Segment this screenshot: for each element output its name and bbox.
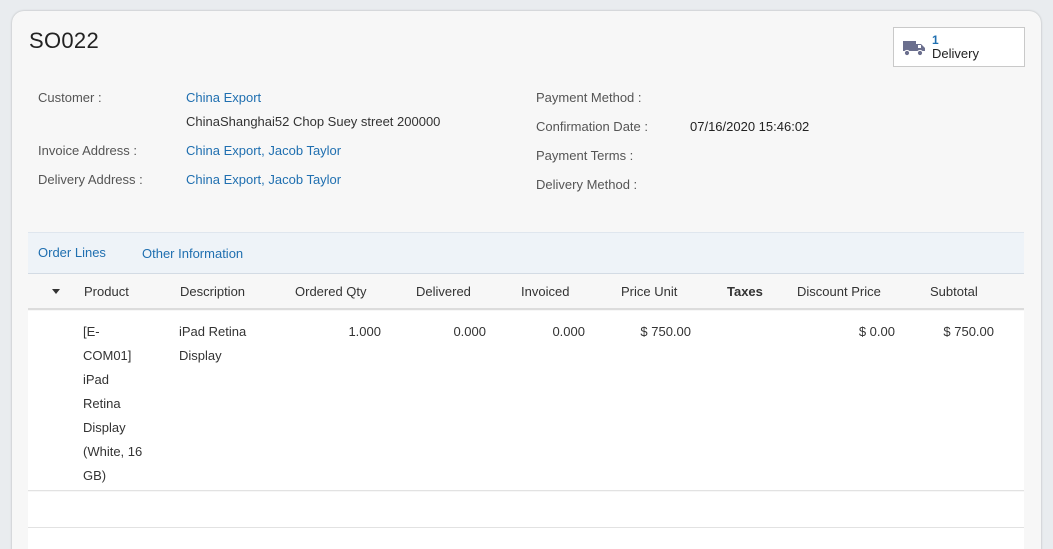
sort-caret-icon[interactable] (52, 289, 60, 294)
customer-label: Customer : (38, 90, 102, 105)
col-subtotal[interactable]: Subtotal (930, 284, 978, 299)
page-title: SO022 (29, 28, 99, 53)
cell-ordered-qty: 1.000 (348, 324, 381, 339)
invoice-address-link[interactable]: China Export, Jacob Taylor (186, 143, 341, 158)
delivery-count: 1 (932, 33, 939, 47)
delivery-address-link[interactable]: China Export, Jacob Taylor (186, 172, 341, 187)
invoice-address-label: Invoice Address : (38, 143, 137, 158)
customer-address: ChinaShanghai52 Chop Suey street 200000 (186, 114, 441, 129)
customer-link[interactable]: China Export (186, 90, 261, 105)
description-line: Display (179, 348, 222, 363)
col-ordered-qty[interactable]: Ordered Qty (295, 284, 367, 299)
truck-icon (903, 41, 925, 57)
cell-price-unit: $ 750.00 (640, 324, 691, 339)
delivery-address-label: Delivery Address : (38, 172, 143, 187)
order-lines-header: Product Description Ordered Qty Delivere… (28, 274, 1024, 310)
col-delivered[interactable]: Delivered (416, 284, 471, 299)
cell-product: [E- COM01] iPad Retina Display (White, 1… (83, 320, 163, 488)
product-line: Retina (83, 396, 121, 411)
col-description[interactable]: Description (180, 284, 245, 299)
product-line: iPad (83, 372, 110, 387)
delivery-label: Delivery (932, 46, 979, 61)
empty-table-row (28, 492, 1024, 528)
payment-method-label: Payment Method : (536, 90, 642, 105)
table-row[interactable]: [E- COM01] iPad Retina Display (White, 1… (28, 311, 1024, 491)
confirmation-date-value: 07/16/2020 15:46:02 (690, 119, 810, 134)
cell-subtotal: $ 750.00 (943, 324, 994, 339)
cell-description: iPad Retina Display (179, 320, 279, 368)
description-line: iPad Retina (179, 324, 247, 339)
tab-other-information[interactable]: Other Information (142, 246, 243, 261)
product-line: (White, 16 (83, 444, 143, 459)
col-price-unit[interactable]: Price Unit (621, 284, 677, 299)
col-product[interactable]: Product (84, 284, 129, 299)
product-line: GB) (83, 468, 107, 483)
product-line: COM01] (83, 348, 132, 363)
product-line: [E- (83, 324, 100, 339)
cell-invoiced: 0.000 (552, 324, 585, 339)
cell-discount-price: $ 0.00 (858, 324, 895, 339)
col-discount-price[interactable]: Discount Price (797, 284, 881, 299)
col-invoiced[interactable]: Invoiced (521, 284, 569, 299)
payment-terms-label: Payment Terms : (536, 148, 634, 163)
empty-table-row (28, 528, 1024, 549)
notebook-tabs: Order Lines Other Information (28, 232, 1024, 274)
form-sheet: SO022 1 Delivery Customer : China Export… (12, 11, 1041, 549)
delivery-smart-button[interactable]: 1 Delivery (893, 27, 1025, 67)
cell-delivered: 0.000 (453, 324, 486, 339)
col-taxes[interactable]: Taxes (727, 284, 763, 299)
confirmation-date-label: Confirmation Date : (536, 119, 648, 134)
product-line: Display (83, 420, 126, 435)
delivery-method-label: Delivery Method : (536, 177, 638, 192)
tab-order-lines[interactable]: Order Lines (38, 245, 106, 260)
